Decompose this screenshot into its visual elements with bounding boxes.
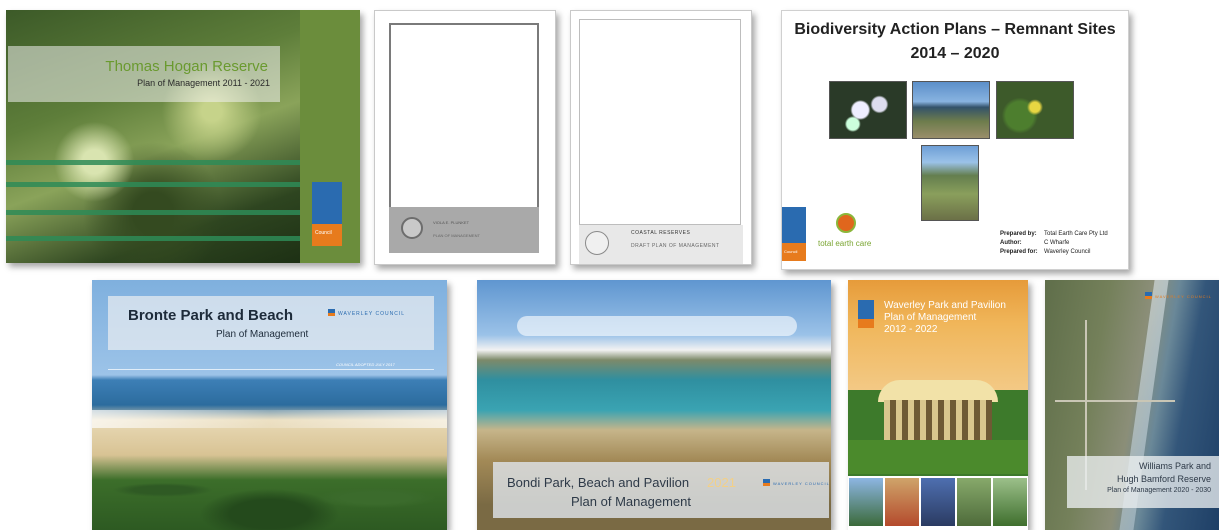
pavilion-roof [878,380,998,402]
cover-bondi-park-beach-pavilion[interactable]: Bondi Park, Beach and Pavilion Plan of M… [477,280,831,530]
prepared-for-label: Prepared for: [1000,249,1038,255]
prepared-by-label: Prepared by: [1000,231,1037,237]
waverley-logo-icon [763,483,770,486]
cover-title-line2: Hugh Bamford Reserve [1116,474,1211,484]
cover-title: Williams Park and [1138,461,1211,471]
cover-waverley-park-and-pavilion[interactable]: Waverley Park and Pavilion Plan of Manag… [848,280,1028,530]
thumbnail-photo [993,478,1027,526]
cloud [517,316,797,336]
cover-biodiversity-action-plans[interactable]: Biodiversity Action Plans – Remnant Site… [781,10,1129,270]
cover-title: Waverley Park and Pavilion [884,300,1006,311]
thumbnail-photo [921,478,955,526]
fence-rail [6,236,300,241]
cover-years: 2014 – 2020 [910,45,1000,62]
cover-title: Bondi Park, Beach and Pavilion [507,475,690,490]
waverley-logo-icon [328,313,335,316]
total-earth-care-logo-icon [836,213,856,233]
blank-frame [579,19,741,225]
fence-rail [6,182,300,187]
prepared-for-value: Waverley Council [1044,249,1091,255]
author-value: C Wharfe [1044,240,1070,246]
thumbnail-photo [849,478,883,526]
lawn [848,440,1028,474]
cover-years: 2012 - 2022 [884,324,938,335]
cover-year: 2021 [707,475,736,490]
fence-rail [6,160,300,165]
cover-blank-plan[interactable]: VIOLA E. PLUNKET PLAN OF MANAGEMENT [374,10,556,265]
thumbnail-photo [957,478,991,526]
company-name: total earth care [818,239,872,248]
cover-subtitle: Plan of Management [884,312,977,323]
divider [108,369,434,370]
waverley-logo-icon: Council [312,182,342,246]
foreground-bush [92,450,447,530]
council-seal-icon [585,231,609,255]
waverley-logo-icon [1145,296,1152,299]
cover-title: Bronte Park and Beach [128,307,294,324]
cover-title: Thomas Hogan Reserve [105,58,268,75]
thumbnail-photo [885,478,919,526]
prepared-by-value: Total Earth Care Pty Ltd [1044,231,1108,237]
council-name: WAVERLEY COUNCIL [773,481,830,486]
surf-wash [92,410,447,428]
cover-title: COASTAL RESERVES [631,230,691,236]
fence-rail [6,210,300,215]
blank-frame [389,23,539,209]
adopted-note: COUNCIL ADOPTED JULY 2017 [336,362,395,367]
coast-photo [912,81,990,139]
cover-line: VIOLA E. PLUNKET [433,220,470,225]
logo-text: Council [315,230,332,236]
flower-photo [829,81,907,139]
sunset-sky [848,280,1028,390]
cover-subtitle: Plan of Management [571,494,691,509]
pavilion [884,400,992,440]
cover-coastal-reserves[interactable]: COASTAL RESERVES DRAFT PLAN OF MANAGEMEN… [570,10,752,265]
cover-line: PLAN OF MANAGEMENT [433,233,480,238]
cover-subtitle: DRAFT PLAN OF MANAGEMENT [631,243,720,249]
author-label: Author: [1000,240,1022,246]
cliff-photo [921,145,979,221]
cover-subtitle: Plan of Management 2011 - 2021 [137,78,270,88]
road [1055,400,1175,402]
cover-title: Biodiversity Action Plans – Remnant Site… [794,21,1116,38]
cover-subtitle: Plan of Management [216,329,309,340]
cover-williams-park-hugh-bamford[interactable]: WAVERLEY COUNCIL Williams Park and Hugh … [1045,280,1219,530]
waverley-logo-icon: Council [782,207,806,261]
council-name: WAVERLEY COUNCIL [1155,294,1212,299]
council-seal-icon [401,217,423,239]
cover-subtitle: Plan of Management 2020 - 2030 [1107,487,1211,494]
title-box [493,462,829,518]
logo-text: Council [784,249,798,254]
waverley-logo-icon [858,300,874,328]
council-name: WAVERLEY COUNCIL [338,311,406,317]
plant-photo [996,81,1074,139]
cover-thomas-hogan-reserve[interactable]: Thomas Hogan Reserve Plan of Management … [6,10,360,263]
title-box: Thomas Hogan Reserve Plan of Management … [8,46,280,102]
cover-bronte-park-and-beach[interactable]: Bronte Park and Beach Plan of Management… [92,280,447,530]
